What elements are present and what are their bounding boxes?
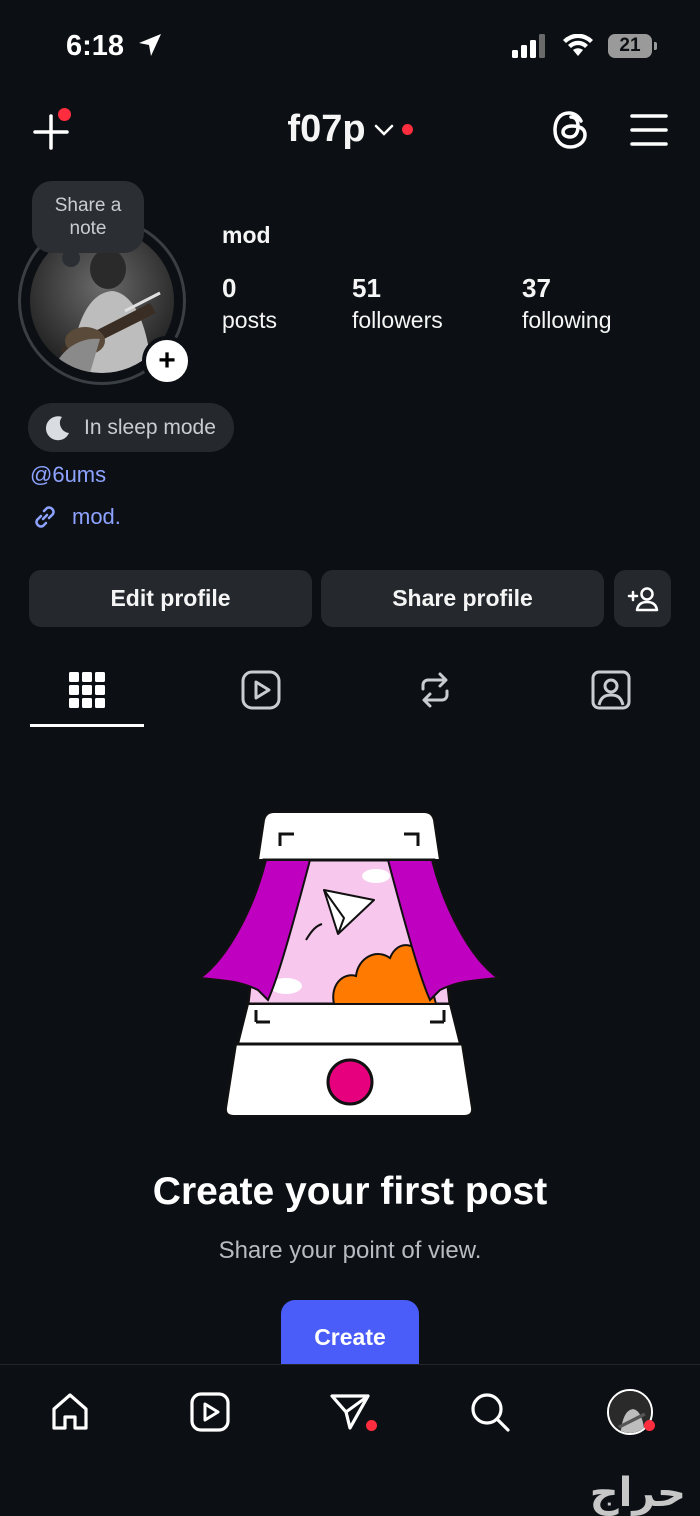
stat-following[interactable]: 37 following xyxy=(522,272,612,336)
moon-icon xyxy=(45,415,69,440)
watermark: حراج xyxy=(589,1471,686,1515)
notification-dot xyxy=(644,1420,655,1431)
stat-label: following xyxy=(522,307,612,333)
stat-label: followers xyxy=(352,307,443,333)
discover-people-button[interactable] xyxy=(614,570,671,627)
active-tab-indicator xyxy=(30,724,144,727)
status-time: 6:18 xyxy=(66,30,125,62)
add-story-button[interactable]: + xyxy=(142,336,192,386)
edit-profile-button[interactable]: Edit profile xyxy=(29,570,312,627)
add-person-icon xyxy=(627,586,658,611)
threads-icon[interactable] xyxy=(550,108,592,152)
repost-icon xyxy=(421,672,449,708)
nav-search[interactable] xyxy=(462,1384,518,1440)
empty-state-subtitle: Share your point of view. xyxy=(218,1237,482,1264)
chevron-down-icon xyxy=(374,124,393,136)
home-icon xyxy=(52,1393,88,1430)
stat-value: 0 xyxy=(222,273,237,303)
tab-reels[interactable] xyxy=(231,662,291,718)
plus-icon: + xyxy=(158,344,176,377)
tab-tagged[interactable] xyxy=(581,662,641,718)
nav-profile[interactable] xyxy=(602,1384,658,1440)
reels-icon xyxy=(190,1392,230,1432)
signal-icon xyxy=(512,34,545,58)
grid-icon xyxy=(69,672,105,708)
notification-dot xyxy=(401,124,413,135)
bio-link[interactable]: mod. xyxy=(30,502,121,532)
sleep-mode-badge[interactable]: In sleep mode xyxy=(28,403,234,452)
account-switcher[interactable]: f07p xyxy=(0,108,700,151)
username: f07p xyxy=(287,108,366,150)
threads-handle-link[interactable]: @6ums xyxy=(30,462,106,488)
link-icon xyxy=(35,506,55,528)
bio-link-text: mod. xyxy=(72,504,121,529)
stat-followers[interactable]: 51 followers xyxy=(352,272,443,336)
nav-reels[interactable] xyxy=(182,1384,238,1440)
tagged-icon xyxy=(591,670,631,710)
nav-direct[interactable] xyxy=(322,1384,378,1440)
notification-dot xyxy=(366,1420,377,1431)
menu-icon[interactable] xyxy=(630,112,668,148)
stat-posts[interactable]: 0 posts xyxy=(222,272,277,336)
tab-posts-grid[interactable] xyxy=(57,662,117,718)
stat-value: 51 xyxy=(352,273,381,303)
nav-home[interactable] xyxy=(42,1384,98,1440)
tab-reposts[interactable] xyxy=(405,662,465,718)
create-button[interactable]: Create xyxy=(281,1300,419,1370)
empty-state-title: Create your first post xyxy=(152,1170,548,1213)
status-icons: 21 xyxy=(512,34,657,58)
stat-value: 37 xyxy=(522,273,551,303)
search-icon xyxy=(471,1393,510,1432)
sleep-mode-text: In sleep mode xyxy=(84,415,216,439)
location-arrow-icon xyxy=(139,34,161,56)
display-name: mod xyxy=(222,222,271,248)
note-text: Share a note xyxy=(54,195,122,239)
share-profile-button[interactable]: Share profile xyxy=(321,570,604,627)
battery-icon: 21 xyxy=(608,34,657,58)
camera-stage-illustration xyxy=(198,811,501,1117)
share-note-bubble[interactable]: Share a note xyxy=(32,181,144,267)
stat-label: posts xyxy=(222,307,277,333)
wifi-icon xyxy=(563,34,593,56)
reels-icon xyxy=(241,670,281,710)
